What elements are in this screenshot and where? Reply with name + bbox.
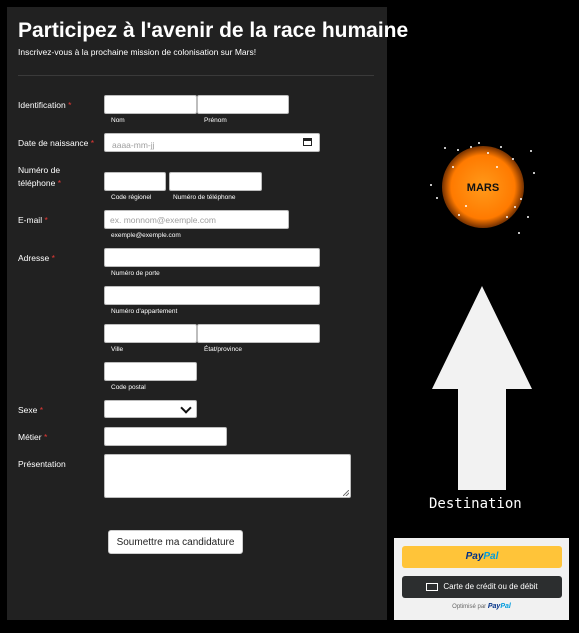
phone-label: Numéro de téléphone * — [18, 164, 61, 190]
calendar-icon[interactable] — [303, 138, 312, 146]
last-name-input[interactable] — [104, 95, 197, 114]
chevron-down-icon[interactable] — [180, 402, 192, 414]
job-label-text: Métier — [18, 432, 42, 442]
postal-code-hint: Code postal — [111, 384, 146, 391]
street-number-input[interactable] — [104, 248, 320, 267]
required-mark: * — [90, 138, 95, 148]
job-input[interactable] — [104, 427, 227, 446]
star-dot — [444, 147, 446, 149]
paypal-panel: PayPal Carte de crédit ou de débit Optim… — [394, 538, 569, 620]
form-title: Participez à l'avenir de la race humaine — [18, 19, 409, 42]
phone-label-line2: téléphone — [18, 178, 56, 188]
presentation-textarea[interactable] — [104, 454, 351, 498]
birthdate-label-text: Date de naissance — [18, 138, 89, 148]
paypal-logo-part2: Pal — [483, 551, 499, 562]
paypal-button[interactable]: PayPal — [402, 546, 562, 568]
star-dot — [430, 184, 432, 186]
star-dot — [514, 206, 516, 208]
sex-select[interactable] — [104, 400, 197, 418]
birthdate-input[interactable]: aaaa-mm-jj — [104, 133, 320, 152]
star-dot — [436, 197, 438, 199]
address-label: Adresse * — [18, 252, 55, 265]
phone-number-input[interactable] — [169, 172, 262, 191]
star-dot — [470, 146, 472, 148]
last-name-hint: Nom — [111, 117, 125, 124]
mars-label: MARS — [466, 182, 500, 194]
area-code-input[interactable] — [104, 172, 166, 191]
email-input[interactable] — [104, 210, 289, 229]
apartment-hint: Numéro d'appartement — [111, 308, 178, 315]
star-dot — [533, 172, 535, 174]
arrow-shape — [432, 286, 532, 490]
email-label: E-mail * — [18, 214, 48, 227]
required-mark: * — [68, 100, 72, 110]
card-payment-button[interactable]: Carte de crédit ou de débit — [402, 576, 562, 598]
resize-grip-icon[interactable] — [343, 490, 349, 496]
star-dot — [458, 214, 460, 216]
submit-button[interactable]: Soumettre ma candidature — [108, 530, 243, 554]
email-hint: exemple@exemple.com — [111, 232, 181, 239]
arrow-up-icon — [432, 286, 532, 490]
credit-card-icon — [426, 582, 439, 591]
identification-label-text: Identification — [18, 100, 66, 110]
presentation-label: Présentation — [18, 459, 66, 469]
first-name-hint: Prénom — [204, 117, 227, 124]
star-dot — [530, 150, 532, 152]
star-dot — [452, 166, 454, 168]
required-mark: * — [51, 253, 55, 263]
required-mark: * — [57, 178, 62, 188]
sex-label-text: Sexe — [18, 405, 38, 415]
star-dot — [500, 146, 502, 148]
required-mark: * — [44, 215, 48, 225]
star-dot — [457, 149, 459, 151]
star-dot — [496, 166, 498, 168]
sex-label: Sexe * — [18, 404, 43, 417]
star-dot — [512, 158, 514, 160]
job-label: Métier * — [18, 431, 47, 444]
identification-label: Identification * — [18, 99, 71, 112]
star-dot — [520, 198, 522, 200]
postal-code-input[interactable] — [104, 362, 197, 381]
state-input[interactable] — [197, 324, 320, 343]
form-subtitle: Inscrivez-vous à la prochaine mission de… — [18, 47, 257, 57]
star-dot — [527, 216, 529, 218]
form-divider — [18, 75, 374, 76]
street-number-hint: Numéro de porte — [111, 270, 160, 277]
destination-label: Destination — [429, 496, 522, 512]
address-label-text: Adresse — [18, 253, 50, 263]
application-form: Participez à l'avenir de la race humaine… — [7, 7, 408, 620]
star-dot — [518, 232, 520, 234]
first-name-input[interactable] — [197, 95, 289, 114]
paypal-logo-part1: Pay — [465, 551, 484, 562]
star-dot — [465, 205, 467, 207]
powered-logo-part1: Pay — [487, 603, 501, 610]
star-dot — [487, 152, 489, 154]
city-hint: Ville — [111, 346, 124, 353]
powered-by: Optimisé par PayPal — [394, 603, 569, 610]
powered-by-text: Optimisé par — [452, 604, 487, 610]
apartment-input[interactable] — [104, 286, 320, 305]
phone-number-hint: Numéro de téléphone — [173, 194, 236, 201]
required-mark: * — [44, 432, 48, 442]
card-button-label: Carte de crédit ou de débit — [443, 582, 538, 591]
presentation-wrapper — [104, 454, 351, 498]
powered-logo-part2: Pal — [500, 603, 511, 610]
star-dot — [478, 142, 480, 144]
email-label-text: E-mail — [18, 215, 43, 225]
city-input[interactable] — [104, 324, 197, 343]
state-hint: État/province — [204, 346, 242, 353]
star-dot — [506, 216, 508, 218]
birthdate-label: Date de naissance * — [18, 137, 94, 150]
birthdate-placeholder: aaaa-mm-jj — [112, 140, 155, 150]
phone-label-line1: Numéro de — [18, 165, 61, 175]
area-code-hint: Code régionel — [111, 194, 152, 201]
required-mark: * — [39, 405, 44, 415]
